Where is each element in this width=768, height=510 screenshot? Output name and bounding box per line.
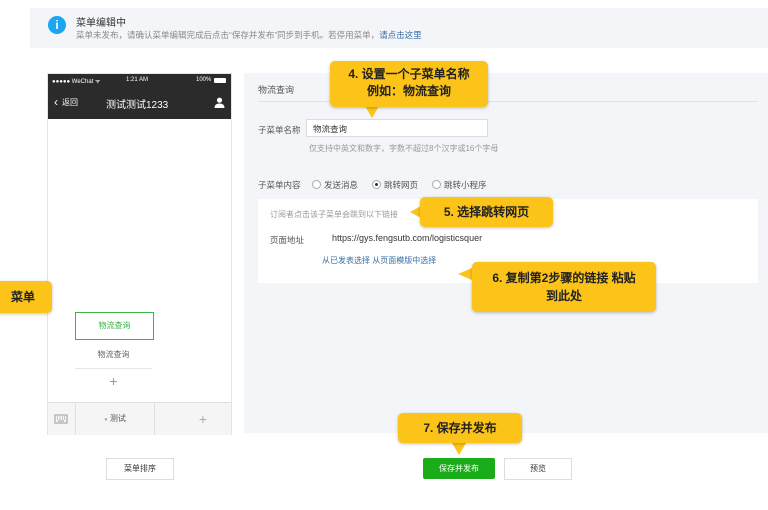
callout-step4: 4. 设置一个子菜单名称 例如：物流查询 bbox=[330, 61, 488, 107]
callout-step6-pointer bbox=[458, 268, 472, 280]
save-publish-button[interactable]: 保存并发布 bbox=[423, 458, 495, 479]
preview-button[interactable]: 预览 bbox=[504, 458, 572, 480]
status-time: 1:21 AM bbox=[126, 77, 149, 83]
menu-editor-panel: 物流查询 子菜单名称 物流查询 仅支持中英文和数字，字数不超过8个汉字或16个字… bbox=[244, 73, 768, 433]
panel-title: 物流查询 bbox=[258, 85, 295, 95]
add-submenu-button[interactable]: + bbox=[75, 370, 152, 392]
submenu-name-label: 子菜单名称 bbox=[258, 125, 301, 135]
url-label: 页面地址 bbox=[270, 235, 305, 245]
submenu-name-hint: 仅支持中英文和数字，字数不超过8个汉字或16个字母 bbox=[309, 144, 499, 153]
callout-step7-pointer bbox=[452, 443, 466, 455]
radio-label-jump-miniprogram[interactable]: 跳转小程序 bbox=[444, 179, 487, 191]
phone-title: 测试测试1233 bbox=[106, 100, 169, 111]
person-icon[interactable] bbox=[214, 95, 225, 113]
callout-step6: 6. 复制第2步骤的链接 粘贴 到此处 bbox=[472, 262, 656, 312]
add-menu-button[interactable]: + bbox=[178, 403, 228, 435]
status-carrier: ●●●●● WeChat ᯤ bbox=[52, 79, 101, 85]
radio-label-send-message[interactable]: 发送消息 bbox=[324, 179, 358, 191]
phone-header: ●●●●● WeChat ᯤ 1:21 AM 100% ‹ 返回 测试测试123… bbox=[48, 74, 231, 119]
radio-send-message[interactable] bbox=[312, 180, 321, 189]
keyboard-icon[interactable] bbox=[54, 411, 68, 430]
notice-bar: i 菜单编辑中 菜单未发布，请确认菜单编辑完成后点击“保存并发布”同步到手机。若… bbox=[30, 8, 768, 48]
submenu-item-active[interactable]: 物流查询 bbox=[75, 312, 154, 340]
status-battery: 100% bbox=[196, 77, 212, 83]
notice-text: 菜单未发布，请确认菜单编辑完成后点击“保存并发布”同步到手机。若停用菜单，请点击… bbox=[76, 30, 422, 40]
submenu-name-input[interactable]: 物流查询 bbox=[306, 119, 488, 137]
back-chevron-icon[interactable]: ‹ bbox=[54, 95, 58, 109]
main-menu-label: 测试 bbox=[109, 414, 126, 423]
webpage-hint: 订阅者点击该子菜单会跳到以下链接 bbox=[270, 210, 398, 219]
callout-step5: 5. 选择跳转网页 bbox=[420, 197, 553, 227]
submenu-content-label: 子菜单内容 bbox=[258, 180, 301, 190]
callout-left-partial: 菜单 bbox=[0, 281, 52, 313]
callout-step4-line2: 例如：物流查询 bbox=[366, 84, 451, 98]
notice-title: 菜单编辑中 bbox=[76, 18, 126, 29]
submenu-item[interactable]: 物流查询 bbox=[75, 342, 152, 369]
radio-label-jump-webpage[interactable]: 跳转网页 bbox=[384, 179, 418, 191]
callout-step4-pointer bbox=[365, 106, 379, 118]
phone-menubar: ● 测试 + bbox=[48, 402, 231, 435]
info-icon: i bbox=[48, 16, 66, 34]
callout-step7: 7. 保存并发布 bbox=[398, 413, 522, 443]
main-menu-tab[interactable]: ● 测试 bbox=[75, 403, 155, 435]
battery-icon bbox=[214, 78, 226, 83]
callout-step4-line1: 4. 设置一个子菜单名称 bbox=[348, 67, 470, 81]
url-select-links[interactable]: 从已发表选择 从页面模版中选择 bbox=[322, 255, 436, 266]
url-input[interactable]: https://gys.fengsutb.com/logisticsquer bbox=[332, 233, 482, 243]
callout-step6-line1: 6. 复制第2步骤的链接 粘贴 bbox=[492, 271, 636, 285]
radio-jump-webpage[interactable] bbox=[372, 180, 381, 189]
notice-link[interactable]: 请点击这里 bbox=[379, 30, 422, 40]
callout-step6-line2: 到此处 bbox=[545, 289, 582, 303]
back-label[interactable]: 返回 bbox=[62, 97, 78, 108]
menu-dot-icon: ● bbox=[104, 417, 108, 423]
phone-preview: ●●●●● WeChat ᯤ 1:21 AM 100% ‹ 返回 测试测试123… bbox=[47, 73, 232, 435]
radio-jump-miniprogram[interactable] bbox=[432, 180, 441, 189]
sort-menu-button[interactable]: 菜单排序 bbox=[106, 458, 174, 480]
